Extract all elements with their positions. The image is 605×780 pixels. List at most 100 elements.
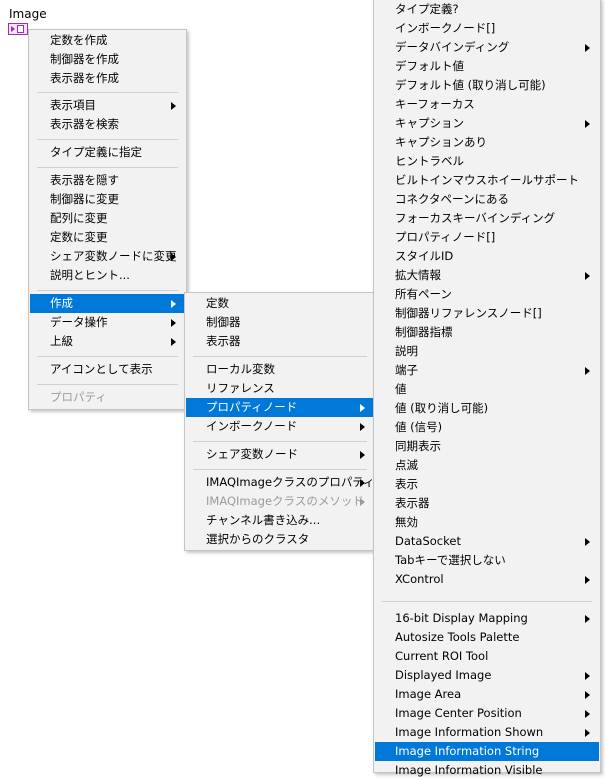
- menu2-item-7[interactable]: シェア変数ノード: [186, 445, 374, 464]
- menu-item-label: 同期表示: [395, 439, 441, 453]
- menu1-item-4[interactable]: 表示器を検索: [30, 115, 185, 134]
- menu-item-label: Tabキーで選択しない: [395, 553, 506, 567]
- menu3-item-16[interactable]: 制御器リファレンスノード[]: [375, 304, 599, 323]
- menu3-item-23[interactable]: 同期表示: [375, 437, 599, 456]
- menu3-item-14[interactable]: 拡大情報: [375, 266, 599, 285]
- menu1-item-0[interactable]: 定数を作成: [30, 31, 185, 50]
- menu2-item-10[interactable]: チャンネル書き込み...: [186, 511, 374, 530]
- menu3-item-12[interactable]: プロパティノード[]: [375, 228, 599, 247]
- menu1-item-3[interactable]: 表示項目: [30, 96, 185, 115]
- submenu-arrow-icon: [171, 102, 176, 110]
- menu1-item-14[interactable]: 上級: [30, 332, 185, 351]
- image-terminal-icon[interactable]: [8, 23, 28, 35]
- menu3-item-4[interactable]: デフォルト値 (取り消し可能): [375, 76, 599, 95]
- menu3-item-displayed-image[interactable]: Displayed Image: [375, 666, 599, 685]
- submenu-arrow-icon: [171, 319, 176, 327]
- menu-item-label: 点滅: [395, 458, 418, 472]
- submenu-arrow-icon: [360, 404, 365, 412]
- menu3-item-21[interactable]: 値 (取り消し可能): [375, 399, 599, 418]
- menu-item-label: 作成: [50, 296, 73, 310]
- menu1-item-10[interactable]: シェア変数ノードに変更: [30, 247, 185, 266]
- menu-item-label: 端子: [395, 363, 418, 377]
- menu3-item-27[interactable]: 無効: [375, 513, 599, 532]
- menu3-item-17[interactable]: 制御器指標: [375, 323, 599, 342]
- menu1-item-12[interactable]: 作成: [30, 294, 185, 313]
- menu3-item-8[interactable]: ヒントラベル: [375, 152, 599, 171]
- menu3-item-10[interactable]: コネクタペーンにある: [375, 190, 599, 209]
- menu-item-label: タイプ定義に指定: [50, 145, 142, 159]
- menu-item-label: ヒントラベル: [395, 154, 464, 168]
- menu1-item-11[interactable]: 説明とヒント...: [30, 266, 185, 285]
- menu3-item-autosize-tools-palette[interactable]: Autosize Tools Palette: [375, 628, 599, 647]
- menu3-item-image-information-visible[interactable]: Image Information Visible: [375, 761, 599, 780]
- menu3-item-tab[interactable]: Tabキーで選択しない: [375, 551, 599, 570]
- menu1-item-9[interactable]: 定数に変更: [30, 228, 185, 247]
- menu-item-label: 無効: [395, 515, 418, 529]
- menu-item-label: 所有ペーン: [395, 287, 452, 301]
- menu3-item-18[interactable]: 説明: [375, 342, 599, 361]
- menu3-item-9[interactable]: ビルトインマウスホイールサポート: [375, 171, 599, 190]
- menu2-item-imaqimage[interactable]: IMAQImageクラスのプロパティ: [186, 473, 375, 492]
- menu-item-label: デフォルト値: [395, 59, 464, 73]
- menu-item-label: 配列に変更: [50, 211, 108, 225]
- menu-item-label: データバインディング: [395, 40, 510, 54]
- submenu-arrow-icon: [585, 44, 590, 52]
- menu3-item-2[interactable]: データバインディング: [375, 38, 599, 57]
- menu3-item-0[interactable]: タイプ定義?: [375, 0, 599, 19]
- menu3-item-19[interactable]: 端子: [375, 361, 599, 380]
- menu3-item-image-information-shown[interactable]: Image Information Shown: [375, 723, 599, 742]
- menu-item-label: フォーカスキーバインディング: [395, 211, 556, 225]
- terminal-arrow-icon: [11, 26, 15, 32]
- menu1-item-5[interactable]: タイプ定義に指定: [30, 143, 185, 162]
- menu-item-label: シェア変数ノード: [206, 447, 298, 461]
- menu-item-label: 値: [395, 382, 407, 396]
- menu1-item-15[interactable]: アイコンとして表示: [30, 360, 185, 379]
- menu-item-label: キーフォーカス: [395, 97, 475, 111]
- property-node-submenu: タイプ定義? インボークノード[] データバインディング デフォルト値デフォルト値 (…: [373, 0, 601, 777]
- submenu-arrow-icon: [360, 451, 365, 459]
- menu3-item-1[interactable]: インボークノード[]: [375, 19, 599, 38]
- menu1-item-1[interactable]: 制御器を作成: [30, 50, 185, 69]
- menu-separator: [37, 92, 178, 93]
- menu-item-label: 上級: [50, 334, 73, 348]
- menu1-item-7[interactable]: 制御器に変更: [30, 190, 185, 209]
- submenu-arrow-icon: [585, 120, 590, 128]
- menu3-item-15[interactable]: 所有ペーン: [375, 285, 599, 304]
- menu3-item-6[interactable]: キャプション: [375, 114, 599, 133]
- menu1-item-8[interactable]: 配列に変更: [30, 209, 185, 228]
- menu1-item-13[interactable]: データ操作: [30, 313, 185, 332]
- menu3-item-7[interactable]: キャプションあり: [375, 133, 599, 152]
- menu2-item-2[interactable]: 表示器: [186, 332, 374, 351]
- menu-item-label: リファレンス: [206, 381, 275, 395]
- menu2-item-6[interactable]: インボークノード: [186, 417, 374, 436]
- menu3-item-5[interactable]: キーフォーカス: [375, 95, 599, 114]
- menu3-item-xcontrol[interactable]: XControl: [375, 570, 599, 589]
- menu2-item-11[interactable]: 選択からのクラスタ: [186, 530, 374, 549]
- menu3-item-22[interactable]: 値 (信号): [375, 418, 599, 437]
- menu1-item-2[interactable]: 表示器を作成: [30, 69, 185, 88]
- menu3-item-24[interactable]: 点滅: [375, 456, 599, 475]
- menu2-item-0[interactable]: 定数: [186, 294, 374, 313]
- menu3-item-11[interactable]: フォーカスキーバインディング: [375, 209, 599, 228]
- menu-item-label: データ操作: [50, 315, 108, 329]
- menu3-item-current-roi-tool[interactable]: Current ROI Tool: [375, 647, 599, 666]
- menu3-item-image-information-string[interactable]: Image Information String: [375, 742, 599, 761]
- menu2-item-4[interactable]: リファレンス: [186, 379, 374, 398]
- menu3-item-3[interactable]: デフォルト値: [375, 57, 599, 76]
- menu2-item-1[interactable]: 制御器: [186, 313, 374, 332]
- menu3-item-20[interactable]: 値: [375, 380, 599, 399]
- menu-item-label: ビルトインマウスホイールサポート: [395, 173, 579, 187]
- menu1-item-6[interactable]: 表示器を隠す: [30, 171, 185, 190]
- menu3-item-16-bit-display-mapping[interactable]: 16-bit Display Mapping: [375, 609, 599, 628]
- menu2-item-5[interactable]: プロパティノード: [186, 398, 374, 417]
- menu3-item-26[interactable]: 表示器: [375, 494, 599, 513]
- submenu-arrow-icon: [360, 479, 365, 487]
- menu-item-label: Image Information Shown: [395, 725, 544, 739]
- menu3-item-id[interactable]: スタイルID: [375, 247, 599, 266]
- menu3-item-25[interactable]: 表示: [375, 475, 599, 494]
- menu3-item-image-area[interactable]: Image Area: [375, 685, 599, 704]
- menu3-item-datasocket[interactable]: DataSocket: [375, 532, 599, 551]
- menu3-item-image-center-position[interactable]: Image Center Position: [375, 704, 599, 723]
- menu-separator: [37, 384, 178, 385]
- menu2-item-3[interactable]: ローカル変数: [186, 360, 374, 379]
